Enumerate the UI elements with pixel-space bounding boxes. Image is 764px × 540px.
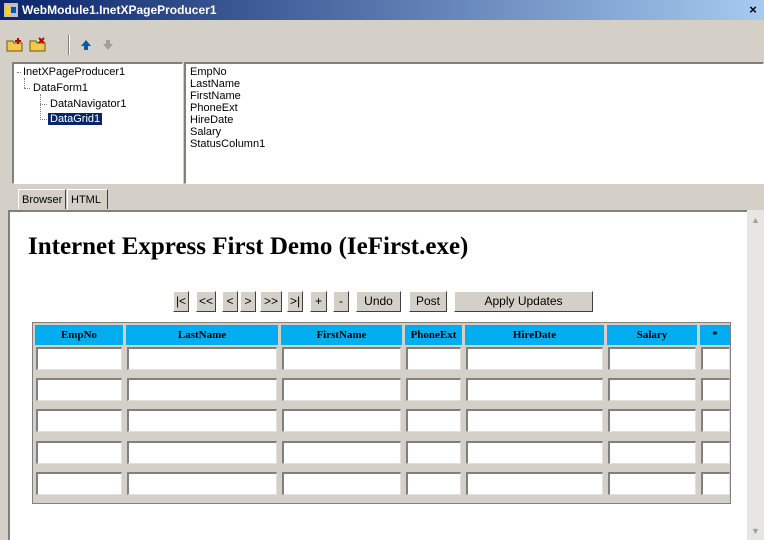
cell-input-lastname[interactable] xyxy=(127,347,277,370)
cell-input-lastname[interactable] xyxy=(127,472,277,495)
cell-input-status[interactable] xyxy=(701,347,730,370)
cell-input-empno[interactable] xyxy=(36,472,122,495)
cell-input-hiredate[interactable] xyxy=(466,472,603,495)
scroll-down-icon[interactable]: ▼ xyxy=(747,523,764,540)
tree-item-dataform[interactable]: DataForm1 xyxy=(33,82,88,94)
toolbar xyxy=(0,20,764,60)
move-up-icon[interactable] xyxy=(75,34,97,56)
column-header-phoneext: PhoneExt xyxy=(405,325,462,345)
vertical-scrollbar[interactable]: ▲ ▼ xyxy=(747,210,764,540)
column-header-status: * xyxy=(700,325,730,345)
column-header-empno: EmpNo xyxy=(35,325,123,345)
cell-input-salary[interactable] xyxy=(608,472,696,495)
field-list: EmpNo LastName FirstName PhoneExt HireDa… xyxy=(184,62,764,184)
tree-item-datagrid[interactable]: DataGrid1 xyxy=(46,112,104,126)
cell-input-phoneext[interactable] xyxy=(406,441,461,464)
cell-input-status[interactable] xyxy=(701,472,730,495)
field-item[interactable]: PhoneExt xyxy=(190,102,238,114)
nav-delete-button[interactable]: - xyxy=(333,291,349,312)
cell-input-firstname[interactable] xyxy=(282,441,401,464)
cell-input-firstname[interactable] xyxy=(282,347,401,370)
nav-insert-button[interactable]: + xyxy=(310,291,327,312)
field-item[interactable]: HireDate xyxy=(190,114,233,126)
nav-first-button[interactable]: |< xyxy=(173,291,189,312)
nav-next-page-button[interactable]: >> xyxy=(260,291,282,312)
cell-input-salary[interactable] xyxy=(608,441,696,464)
tree-item-datanavigator[interactable]: DataNavigator1 xyxy=(50,98,126,110)
column-header-firstname: FirstName xyxy=(281,325,402,345)
field-item[interactable]: Salary xyxy=(190,126,221,138)
field-item[interactable]: LastName xyxy=(190,78,240,90)
delete-item-icon[interactable] xyxy=(27,34,49,56)
apply-updates-button[interactable]: Apply Updates xyxy=(454,291,593,312)
field-item[interactable]: FirstName xyxy=(190,90,241,102)
cell-input-phoneext[interactable] xyxy=(406,472,461,495)
cell-input-firstname[interactable] xyxy=(282,378,401,401)
nav-prior-page-button[interactable]: << xyxy=(196,291,216,312)
close-icon[interactable]: × xyxy=(744,2,762,18)
nav-prior-button[interactable]: < xyxy=(222,291,238,312)
cell-input-hiredate[interactable] xyxy=(466,347,603,370)
component-tree: InetXPageProducer1 DataForm1 DataNavigat… xyxy=(12,62,183,184)
cell-input-hiredate[interactable] xyxy=(466,441,603,464)
cell-input-salary[interactable] xyxy=(608,347,696,370)
window-title: WebModule1.InetXPageProducer1 xyxy=(22,3,217,17)
field-item[interactable]: EmpNo xyxy=(190,66,227,78)
app-icon xyxy=(4,3,18,17)
cell-input-status[interactable] xyxy=(701,441,730,464)
column-header-salary: Salary xyxy=(607,325,697,345)
cell-input-lastname[interactable] xyxy=(127,409,277,432)
cell-input-status[interactable] xyxy=(701,378,730,401)
cell-input-lastname[interactable] xyxy=(127,378,277,401)
cell-input-phoneext[interactable] xyxy=(406,378,461,401)
cell-input-phoneext[interactable] xyxy=(406,409,461,432)
page-title: Internet Express First Demo (IeFirst.exe… xyxy=(28,233,469,260)
field-item[interactable]: StatusColumn1 xyxy=(190,138,265,150)
cell-input-hiredate[interactable] xyxy=(466,378,603,401)
scroll-up-icon[interactable]: ▲ xyxy=(747,212,764,229)
cell-input-firstname[interactable] xyxy=(282,472,401,495)
post-button[interactable]: Post xyxy=(409,291,447,312)
new-item-icon[interactable] xyxy=(4,34,26,56)
title-bar: WebModule1.InetXPageProducer1 × xyxy=(0,0,764,20)
cell-input-empno[interactable] xyxy=(36,378,122,401)
cell-input-salary[interactable] xyxy=(608,409,696,432)
nav-last-button[interactable]: >| xyxy=(287,291,303,312)
tab-html[interactable]: HTML xyxy=(67,189,108,209)
cell-input-salary[interactable] xyxy=(608,378,696,401)
column-header-lastname: LastName xyxy=(126,325,278,345)
column-header-hiredate: HireDate xyxy=(465,325,604,345)
cell-input-lastname[interactable] xyxy=(127,441,277,464)
cell-input-empno[interactable] xyxy=(36,409,122,432)
cell-input-firstname[interactable] xyxy=(282,409,401,432)
cell-input-empno[interactable] xyxy=(36,347,122,370)
cell-input-phoneext[interactable] xyxy=(406,347,461,370)
toolbar-separator xyxy=(68,35,70,55)
tree-item-producer[interactable]: InetXPageProducer1 xyxy=(23,66,125,78)
tab-browser[interactable]: Browser xyxy=(18,189,66,209)
cell-input-hiredate[interactable] xyxy=(466,409,603,432)
move-down-icon xyxy=(97,34,119,56)
undo-button[interactable]: Undo xyxy=(356,291,401,312)
nav-next-button[interactable]: > xyxy=(240,291,256,312)
cell-input-status[interactable] xyxy=(701,409,730,432)
cell-input-empno[interactable] xyxy=(36,441,122,464)
